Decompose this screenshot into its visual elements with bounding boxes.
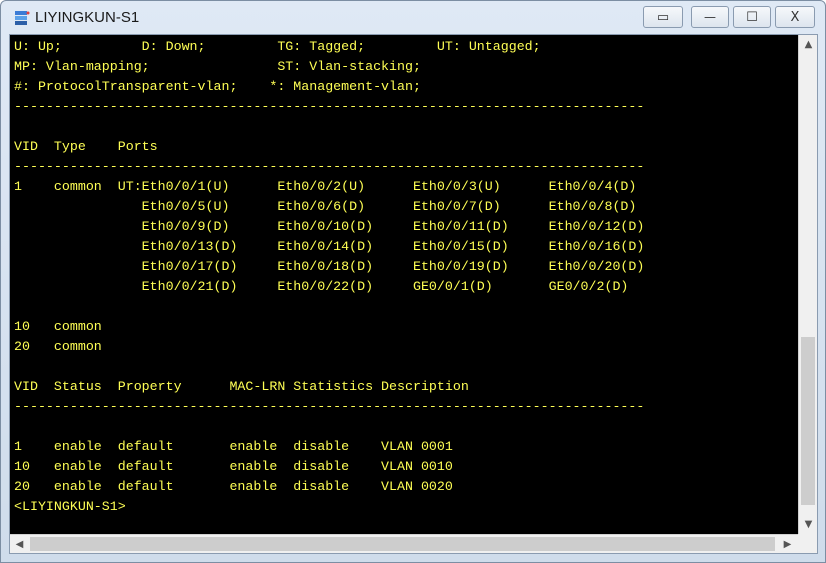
maximize-button[interactable]: ☐ xyxy=(733,6,771,28)
terminal-window: LIYINGKUN-S1 ▭ — ☐ X U: Up; D: Down; TG:… xyxy=(0,0,826,563)
scroll-up-button[interactable]: ▲ xyxy=(799,35,818,53)
chevron-down-icon: ▼ xyxy=(804,518,813,530)
close-icon: X xyxy=(790,9,800,25)
terminal-line: Eth0/0/9(D) Eth0/0/10(D) Eth0/0/11(D) Et… xyxy=(14,219,645,234)
scroll-left-button[interactable]: ◀ xyxy=(10,535,29,553)
terminal-line: Eth0/0/17(D) Eth0/0/18(D) Eth0/0/19(D) E… xyxy=(14,259,645,274)
horizontal-scroll-thumb[interactable] xyxy=(30,537,775,551)
close-button[interactable]: X xyxy=(775,6,815,28)
terminal-line: U: Up; D: Down; TG: Tagged; UT: Untagged… xyxy=(14,39,541,54)
terminal-line: 20 enable default enable disable VLAN 00… xyxy=(14,479,453,494)
terminal-line: 10 enable default enable disable VLAN 00… xyxy=(14,459,453,474)
maximize-icon: ☐ xyxy=(746,9,758,25)
chevron-up-icon: ▲ xyxy=(804,38,813,50)
terminal-line: VID Type Ports xyxy=(14,139,158,154)
minimize-icon: — xyxy=(704,10,716,24)
terminal-line: Eth0/0/13(D) Eth0/0/14(D) Eth0/0/15(D) E… xyxy=(14,239,645,254)
chevron-right-icon: ▶ xyxy=(783,538,792,550)
chevron-left-icon: ◀ xyxy=(15,538,24,550)
terminal-line: 10 common xyxy=(14,319,102,334)
restore-icon: ▭ xyxy=(656,9,670,25)
terminal-line: ----------------------------------------… xyxy=(14,99,645,114)
terminal-line: ----------------------------------------… xyxy=(14,159,645,174)
terminal-output[interactable]: U: Up; D: Down; TG: Tagged; UT: Untagged… xyxy=(10,35,798,534)
terminal-line: ----------------------------------------… xyxy=(14,399,645,414)
terminal-line: MP: Vlan-mapping; ST: Vlan-stacking; xyxy=(14,59,421,74)
scroll-right-button[interactable]: ▶ xyxy=(778,535,797,553)
restore-button[interactable]: ▭ xyxy=(643,6,683,28)
vertical-scrollbar[interactable]: ▲ ▼ xyxy=(798,35,817,534)
title-bar[interactable]: LIYINGKUN-S1 ▭ — ☐ X xyxy=(1,1,825,33)
terminal-line: #: ProtocolTransparent-vlan; *: Manageme… xyxy=(14,79,421,94)
scrollbar-corner xyxy=(798,534,817,553)
terminal-line: 1 common UT:Eth0/0/1(U) Eth0/0/2(U) Eth0… xyxy=(14,179,637,194)
minimize-button[interactable]: — xyxy=(691,6,729,28)
terminal-line: Eth0/0/21(D) Eth0/0/22(D) GE0/0/1(D) GE0… xyxy=(14,279,629,294)
vertical-scroll-thumb[interactable] xyxy=(801,337,815,505)
horizontal-scrollbar[interactable]: ◀ ▶ xyxy=(10,534,798,553)
app-icon xyxy=(15,11,30,25)
window-title: LIYINGKUN-S1 xyxy=(35,9,140,26)
terminal-line: VID Status Property MAC-LRN Statistics D… xyxy=(14,379,469,394)
terminal-line: 1 enable default enable disable VLAN 000… xyxy=(14,439,453,454)
terminal-line: Eth0/0/5(U) Eth0/0/6(D) Eth0/0/7(D) Eth0… xyxy=(14,199,637,214)
scroll-down-button[interactable]: ▼ xyxy=(799,515,818,533)
terminal-line: <LIYINGKUN-S1> xyxy=(14,499,126,514)
terminal-area: U: Up; D: Down; TG: Tagged; UT: Untagged… xyxy=(9,34,818,554)
terminal-line: 20 common xyxy=(14,339,102,354)
